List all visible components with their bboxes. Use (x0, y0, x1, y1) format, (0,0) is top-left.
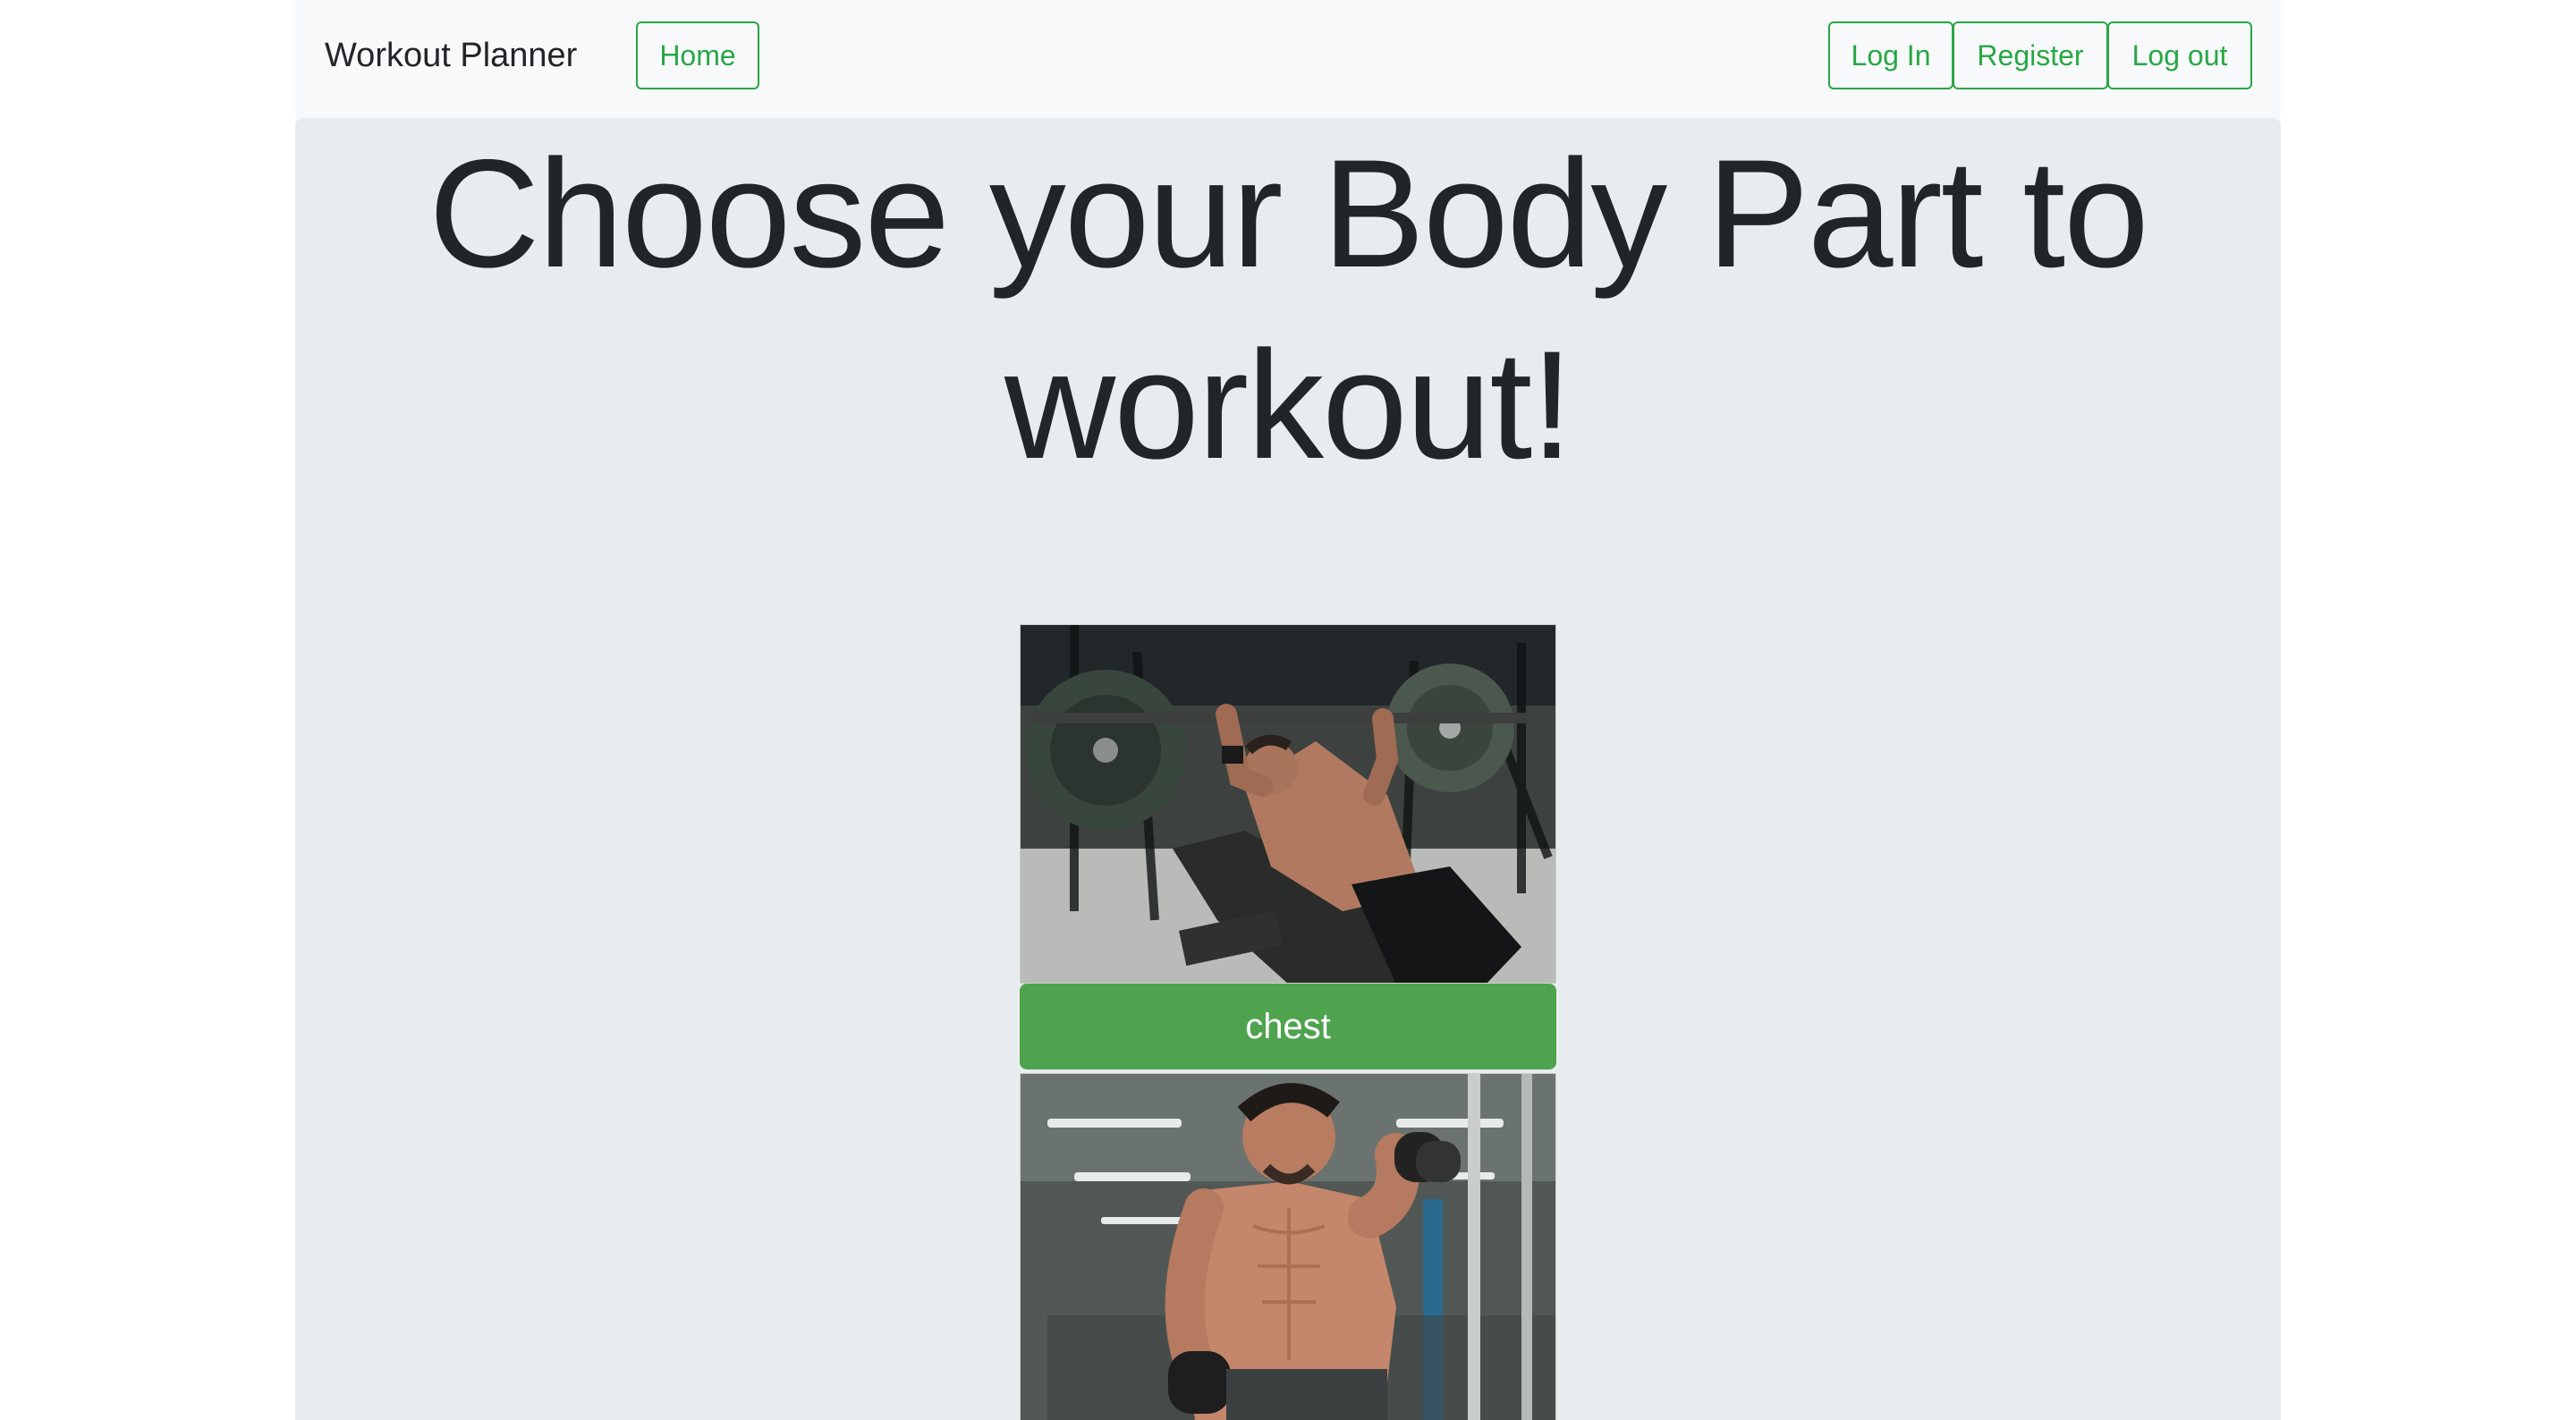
bench-press-photo[interactable] (1020, 624, 1556, 984)
page-title: Choose your Body Part to workout! (428, 128, 2149, 491)
logout-button[interactable]: Log out (2107, 21, 2252, 89)
register-button[interactable]: Register (1953, 21, 2108, 89)
page-container: Workout Planner Home Log In Register Log… (295, 0, 2281, 1420)
dumbbell-curl-illustration (1021, 1074, 1555, 1420)
bench-press-illustration (1021, 625, 1555, 983)
dumbbell-curl-photo[interactable] (1020, 1073, 1556, 1420)
navbar-brand[interactable]: Workout Planner (325, 34, 577, 77)
home-button[interactable]: Home (636, 21, 759, 89)
navbar: Workout Planner Home Log In Register Log… (295, 0, 2281, 118)
login-button[interactable]: Log In (1828, 21, 1953, 89)
body-part-button-chest[interactable]: chest (1020, 984, 1556, 1069)
